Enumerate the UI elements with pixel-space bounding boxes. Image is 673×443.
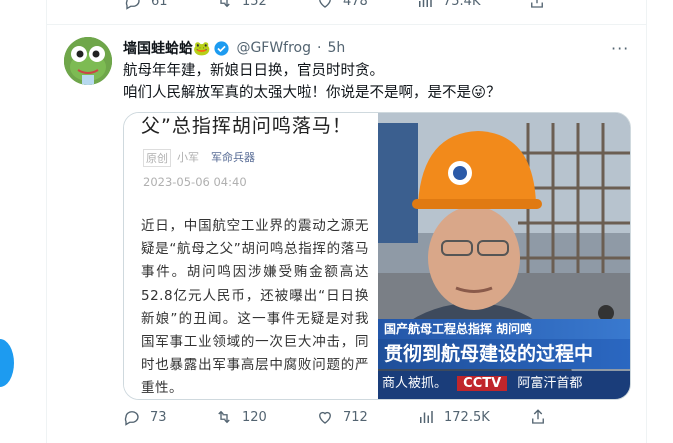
article-author: 小军	[177, 151, 199, 164]
share-icon	[531, 0, 543, 8]
verified-icon	[214, 40, 230, 56]
more-icon[interactable]: ···	[611, 39, 629, 58]
ticker-right-text: 阿富汗首都	[517, 376, 583, 391]
article-body: 近日，中国航空工业界的震动之源无疑是“航母之父”胡问鸣总指挥的落马事件。胡问鸣因…	[141, 218, 369, 397]
views-button[interactable]: 75.4K	[416, 0, 480, 10]
article-date: 2023-05-06 04:40	[143, 175, 247, 189]
reply-icon	[124, 411, 139, 426]
tweet-text-line-1: 航母年年建，新娘日日换，官员时时贪。	[123, 63, 384, 79]
reply-count: 73	[150, 409, 167, 425]
tweet-text: 航母年年建，新娘日日换，官员时时贪。 咱们人民解放军真的太强大啦！你说是不是啊，…	[123, 60, 633, 104]
retweet-button[interactable]: 152	[215, 0, 267, 10]
views-count: 75.4K	[443, 0, 481, 9]
reply-button[interactable]: 61	[124, 0, 168, 10]
tweet-text-line-2: 咱们人民解放军真的太强大啦！你说是不是啊，是不是😜？	[123, 85, 501, 101]
like-icon	[319, 411, 331, 424]
article-meta: 原创 小军 军命兵器	[143, 149, 255, 167]
like-button[interactable]: 712	[316, 408, 368, 426]
display-name[interactable]: 墙国蛙蛤蛤🐸	[123, 38, 210, 58]
handle[interactable]: @GFWfrog	[236, 40, 311, 56]
frog-avatar-icon	[64, 37, 112, 85]
like-count: 478	[343, 0, 368, 9]
retweet-icon	[220, 0, 230, 8]
retweet-count: 152	[242, 0, 267, 9]
reply-icon	[125, 0, 140, 10]
reply-button[interactable]: 73	[123, 408, 167, 426]
previous-tweet-actions: 61 152 478 75.4K	[120, 0, 620, 12]
timeline-left-border	[46, 0, 47, 443]
article-source: 军命兵器	[211, 151, 255, 164]
like-icon	[319, 0, 331, 8]
tweet-header: 墙国蛙蛤蛤🐸 @GFWfrog · 5h	[123, 38, 345, 58]
share-button[interactable]	[529, 408, 556, 426]
tweet-separator	[47, 24, 646, 25]
views-icon	[419, 0, 432, 7]
media-card[interactable]: 父”总指挥胡问鸣落马！ 原创 小军 军命兵器 2023-05-06 04:40 …	[123, 112, 631, 400]
share-button[interactable]	[528, 0, 555, 10]
views-count: 172.5K	[444, 409, 490, 425]
views-icon	[420, 411, 433, 423]
ticker-left-text: 商人被抓。	[382, 376, 448, 391]
tweet-actions: 73 120 712 172.5K	[123, 408, 633, 430]
caption-headline: 贯彻到航母建设的过程中	[378, 339, 630, 369]
caption-name-bar: 国产航母工程总指挥 胡问鸣	[378, 319, 630, 339]
news-ticker: 商人被抓。 CCTV 阿富汗首都	[378, 371, 630, 399]
dot-separator: ·	[317, 40, 322, 56]
article-tag: 原创	[143, 149, 171, 167]
retweet-count: 120	[242, 409, 267, 425]
views-button[interactable]: 172.5K	[417, 408, 490, 426]
cctv-logo: CCTV	[457, 376, 508, 391]
like-count: 712	[343, 409, 368, 425]
retweet-icon	[218, 410, 230, 424]
share-icon	[532, 409, 544, 424]
article-title: 父”总指挥胡问鸣落马！	[141, 115, 352, 137]
reply-count: 61	[151, 0, 168, 9]
article-screenshot[interactable]: 父”总指挥胡问鸣落马！ 原创 小军 军命兵器 2023-05-06 04:40 …	[124, 113, 378, 399]
tweet-time[interactable]: 5h	[327, 40, 345, 56]
avatar[interactable]	[64, 37, 112, 85]
retweet-button[interactable]: 120	[215, 408, 267, 426]
news-photo[interactable]: 国产航母工程总指挥 胡问鸣 贯彻到航母建设的过程中 商人被抓。 CCTV 阿富汗…	[378, 113, 630, 399]
like-button[interactable]: 478	[316, 0, 368, 10]
timeline-right-border	[646, 0, 647, 443]
compose-fab-button[interactable]	[0, 339, 14, 387]
